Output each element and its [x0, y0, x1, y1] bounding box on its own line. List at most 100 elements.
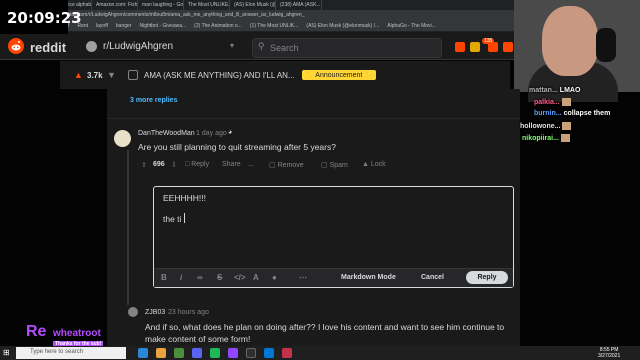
upvote-icon[interactable]: ⇧	[141, 161, 147, 169]
post-type-icon	[128, 70, 138, 80]
chat-username: palkia...	[534, 98, 560, 106]
obs-icon[interactable]	[246, 348, 256, 358]
taskbar-search-placeholder: Type here to search	[30, 349, 84, 355]
avatar[interactable]	[114, 130, 131, 147]
superscript-icon[interactable]: A	[253, 273, 259, 282]
windows-start-icon[interactable]: ⊞	[3, 348, 10, 357]
emote-icon	[561, 98, 571, 106]
editor-text-line[interactable]: EEHHHH!!!	[163, 193, 206, 203]
emote-icon	[562, 122, 572, 130]
comment-author[interactable]: DanTheWoodMan	[138, 130, 195, 137]
reply-action-button[interactable]: □ Reply	[185, 161, 209, 168]
chat-message: palkia...	[534, 98, 571, 106]
remove-button[interactable]: ▢ Remove	[269, 161, 304, 169]
search-placeholder: Search	[270, 43, 299, 53]
chat-message: mattan... LMAO	[529, 87, 580, 94]
twitch-icon[interactable]	[228, 348, 238, 358]
task-view-icon[interactable]	[138, 348, 148, 358]
chat-username: mattan...	[529, 87, 558, 94]
bookmark-item[interactable]: (1) The Most UNLIK...	[246, 21, 303, 31]
strikethrough-icon[interactable]: S	[217, 273, 222, 282]
chrome-icon[interactable]	[174, 348, 184, 358]
spoiler-icon[interactable]: ●	[272, 273, 277, 282]
microphone-icon	[596, 28, 616, 62]
markdown-mode-button[interactable]: Markdown Mode	[341, 274, 396, 281]
chat-username: nikopiirai...	[522, 134, 559, 142]
spam-icon: ▢	[321, 162, 328, 169]
bookmark-item[interactable]: (AS) Elon Musk (@elonmusk) /...	[302, 21, 383, 31]
comment-author[interactable]: ZJB03	[145, 309, 165, 316]
spam-label: Spam	[329, 162, 348, 169]
chat-icon[interactable]	[503, 42, 513, 52]
post-title[interactable]: AMA (ASK ME ANYTHING) AND I'LL AN...	[144, 71, 295, 80]
browser-tab[interactable]: man laughing - Google Search	[138, 0, 184, 10]
chat-username: hollowone...	[520, 122, 561, 130]
sub-alert-name: wheatroot	[53, 328, 101, 339]
spam-button[interactable]: ▢ Spam	[321, 161, 348, 169]
subreddit-avatar	[86, 41, 97, 52]
discord-icon[interactable]	[192, 348, 202, 358]
taskbar-date: 3/27/2021	[598, 353, 621, 359]
browser-tab[interactable]: (AS) Elon Musk (@elonmusk) / T...	[230, 0, 276, 10]
spotify-icon[interactable]	[210, 348, 220, 358]
emote-icon	[560, 134, 570, 142]
reply-icon: □	[185, 161, 190, 168]
more-options-button[interactable]: ...	[248, 161, 254, 168]
mod-shield-icon[interactable]	[455, 42, 465, 52]
more-replies-link[interactable]: 3 more replies	[130, 97, 177, 104]
more-formatting-icon[interactable]: ⋯	[299, 273, 307, 282]
avatar[interactable]	[128, 307, 138, 317]
post-flair: ✨ Announcement ✨	[302, 70, 377, 80]
browser-tab[interactable]: (238) AMA (ASK...	[276, 0, 322, 10]
divider	[107, 118, 520, 119]
italic-icon[interactable]: i	[180, 273, 182, 282]
share-button[interactable]: Share	[222, 161, 241, 168]
subreddit-name[interactable]: r/LudwigAhgren	[103, 41, 173, 52]
bookmark-item[interactable]: layoff	[92, 21, 112, 31]
reddit-logo-icon[interactable]	[8, 38, 24, 54]
downvote-icon[interactable]: ⇩	[171, 161, 177, 169]
comment-timestamp[interactable]: 1 day ago	[196, 130, 227, 137]
bookmark-item[interactable]: (2) The Animation o...	[190, 21, 246, 31]
downvote-icon[interactable]: ▼	[107, 70, 116, 80]
stream-clock: 20:09:23	[0, 0, 82, 34]
comment-body: Are you still planning to quit streaming…	[138, 142, 336, 152]
remove-label: Remove	[277, 162, 304, 169]
chat-username: burnin...	[534, 110, 562, 117]
browser-tab[interactable]: Amazon.com: Fisher Price Laugh...	[92, 0, 138, 10]
chevron-down-icon[interactable]: ▾	[230, 41, 234, 50]
cancel-button[interactable]: Cancel	[421, 274, 444, 281]
link-icon[interactable]: ∞	[197, 273, 203, 282]
code-icon[interactable]: </>	[234, 273, 246, 282]
comment-timestamp[interactable]: 23 hours ago	[168, 309, 209, 316]
bold-icon[interactable]: B	[161, 273, 167, 282]
notification-badge: 135	[482, 38, 495, 44]
award-icon: ◕	[228, 129, 233, 136]
chat-message: nikopiirai...	[522, 134, 570, 142]
file-explorer-icon[interactable]	[156, 348, 166, 358]
lock-icon: ▲	[362, 161, 369, 168]
thread-line[interactable]	[127, 150, 129, 305]
reply-submit-button[interactable]: Reply	[466, 271, 508, 284]
coins-icon[interactable]	[470, 42, 480, 52]
bookmark-item[interactable]: AlphaGo - The Movi...	[383, 21, 440, 31]
bookmark-item[interactable]: banger	[112, 21, 136, 31]
bookmark-item[interactable]: Nightbot - Giveawa...	[135, 21, 190, 31]
comment-body: And if so, what does he plan on doing af…	[145, 322, 505, 344]
app-icon[interactable]	[264, 348, 274, 358]
chat-text: collapse them	[563, 110, 611, 117]
lock-button[interactable]: ▲ Lock	[362, 161, 386, 168]
sub-alert-logo: Re	[26, 323, 47, 340]
post-score: 3.7k	[87, 71, 103, 80]
chat-message: hollowone...	[520, 122, 572, 130]
editor-text-line[interactable]: the ti	[163, 214, 181, 224]
lock-label: Lock	[370, 161, 386, 168]
app-icon[interactable]	[282, 348, 292, 358]
reddit-wordmark[interactable]: reddit	[30, 40, 66, 55]
chat-text: LMAO	[559, 87, 581, 94]
upvote-icon[interactable]: ▲	[74, 70, 83, 80]
search-icon: ⚲	[258, 41, 265, 51]
browser-tab[interactable]: The Most UNLIKE...	[184, 0, 230, 10]
address-bar-url[interactable]: reddit.com/r/LudwigAhgren/comments/m8ou8…	[64, 12, 304, 18]
chat-message: burnin... collapse them	[534, 110, 610, 117]
